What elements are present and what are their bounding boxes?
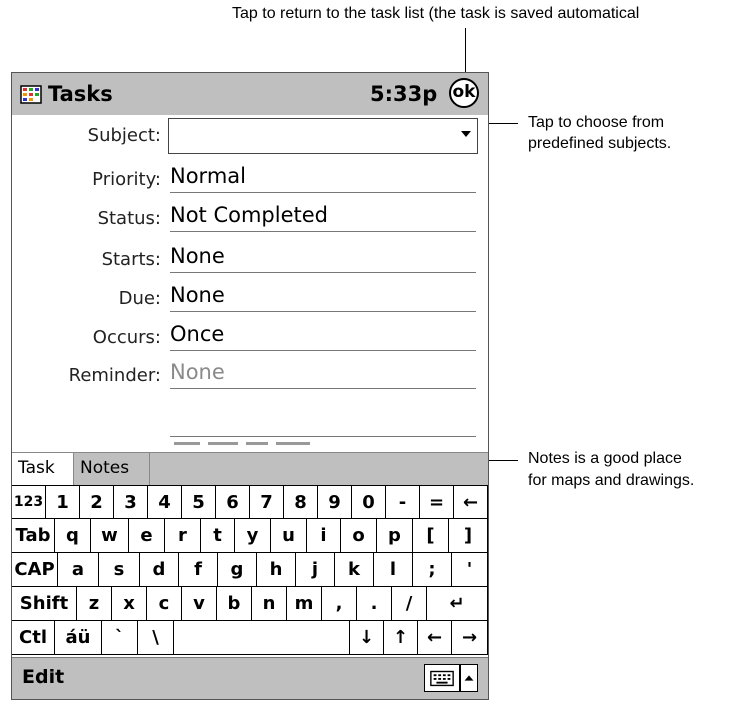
key-5-row-2[interactable]: g [218,553,257,587]
key-8-row-2[interactable]: k [335,553,374,587]
tasks-app-icon[interactable] [20,83,42,105]
key-8-row-0[interactable]: 8 [284,485,318,519]
edit-menu[interactable]: Edit [22,666,64,688]
key-2-row-2[interactable]: s [99,553,140,587]
ok-callout: Tap to return to the task list (the task… [232,5,640,22]
key-7-row-2[interactable]: j [296,553,335,587]
backspace-key[interactable]: ← [454,485,488,519]
key-6-row-3[interactable]: n [252,587,287,621]
subject-callout-line2: predefined subjects. [528,135,672,152]
up-arrow-key[interactable]: ↑ [384,621,418,655]
due-field[interactable]: None [170,282,476,312]
key-10-row-2[interactable]: ; [413,553,452,587]
ok-callout-line [465,28,466,78]
key-2-row-1[interactable]: w [91,519,129,553]
priority-label: Priority: [92,169,161,190]
tab-key[interactable]: Tab [12,519,55,553]
key-4-row-1[interactable]: r [165,519,201,553]
due-label: Due: [118,288,161,309]
starts-label: Starts: [101,249,161,270]
key-3-row-3[interactable]: c [147,587,182,621]
key-10-row-0[interactable]: 0 [352,485,386,519]
subject-label: Subject: [87,125,161,146]
status-label: Status: [97,208,161,229]
key-3-row-1[interactable]: e [129,519,165,553]
key-11-row-2[interactable]: ' [452,553,488,587]
tab-notes[interactable]: Notes [74,453,150,485]
clipped-notes-text [174,442,310,445]
key-12-row-1[interactable]: ] [449,519,488,553]
key-11-row-0[interactable]: - [386,485,420,519]
command-bar: Edit [12,657,488,699]
shift-key[interactable]: Shift [12,587,77,621]
accent-key[interactable]: áü [55,621,102,655]
key-2-row-3[interactable]: x [112,587,147,621]
ctrl-key[interactable]: Ctl [12,621,55,655]
key-10-row-1[interactable]: p [377,519,413,553]
ok-button[interactable]: ok [449,78,479,108]
starts-field[interactable]: None [170,243,476,273]
key-5-row-1[interactable]: t [201,519,235,553]
subject-callout-line1: Tap to choose from [528,114,665,131]
key-2-row-4[interactable]: ` [102,621,138,655]
key-4-row-0[interactable]: 4 [148,485,182,519]
key-2-row-0[interactable]: 2 [80,485,114,519]
notes-callout-line1: Notes is a good place [528,450,682,467]
app-title: Tasks [48,82,113,106]
key-9-row-3[interactable]: . [357,587,392,621]
key-7-row-0[interactable]: 7 [250,485,284,519]
subject-combobox[interactable] [168,118,478,154]
reminder-field[interactable]: None [170,359,476,389]
key-9-row-1[interactable]: o [341,519,377,553]
chevron-up-icon[interactable] [460,664,478,692]
occurs-field[interactable]: Once [170,321,476,351]
notes-callout-line2: for maps and drawings. [528,472,695,489]
key-6-row-0[interactable]: 6 [216,485,250,519]
notes-preview-line [170,436,476,437]
left-arrow-key[interactable]: ← [418,621,452,655]
key-1-row-0[interactable]: 1 [46,485,80,519]
key-5-row-0[interactable]: 5 [182,485,216,519]
key-4-row-2[interactable]: f [179,553,218,587]
key-1-row-2[interactable]: a [58,553,99,587]
right-arrow-key[interactable]: → [452,621,488,655]
key-3-row-2[interactable]: d [140,553,179,587]
key-5-row-3[interactable]: b [217,587,252,621]
clock[interactable]: 5:33p [370,82,437,106]
key-7-row-3[interactable]: m [287,587,322,621]
key-3-row-0[interactable]: 3 [114,485,148,519]
down-arrow-key[interactable]: ↓ [350,621,384,655]
key-1-row-3[interactable]: z [77,587,112,621]
soft-keyboard: 123 1 2 3 4 5 6 7 8 9 0- = ← Tab q w e r t y u i o p[] CAP a s d f g h… [12,485,488,657]
priority-field[interactable]: Normal [170,163,476,193]
keyboard-icon[interactable] [424,664,460,692]
key-4-row-3[interactable]: v [182,587,217,621]
dropdown-arrow-icon[interactable] [461,131,471,137]
key-9-row-2[interactable]: l [374,553,413,587]
enter-key[interactable]: ↵ [427,587,488,621]
key-8-row-1[interactable]: i [307,519,341,553]
key-1-row-1[interactable]: q [55,519,91,553]
key-10-row-3[interactable]: / [392,587,427,621]
numeric-toggle-key[interactable]: 123 [12,485,46,519]
key-6-row-1[interactable]: y [235,519,271,553]
key-11-row-1[interactable]: [ [413,519,449,553]
tab-bar: Task Notes [12,452,488,485]
key-12-row-0[interactable]: = [420,485,454,519]
key-8-row-3[interactable]: , [322,587,357,621]
status-field[interactable]: Not Completed [170,202,476,232]
key-3-row-4[interactable]: \ [138,621,174,655]
key-7-row-1[interactable]: u [271,519,307,553]
pocketpc-screen: Tasks 5:33p ok Subject: Priority: Normal… [11,72,489,700]
key-9-row-0[interactable]: 9 [318,485,352,519]
space-key[interactable] [174,621,350,655]
tab-task[interactable]: Task [12,453,74,485]
occurs-label: Occurs: [92,327,161,348]
reminder-label: Reminder: [68,365,161,386]
title-bar: Tasks 5:33p ok [12,73,488,115]
caps-key[interactable]: CAP [12,553,58,587]
key-6-row-2[interactable]: h [257,553,296,587]
